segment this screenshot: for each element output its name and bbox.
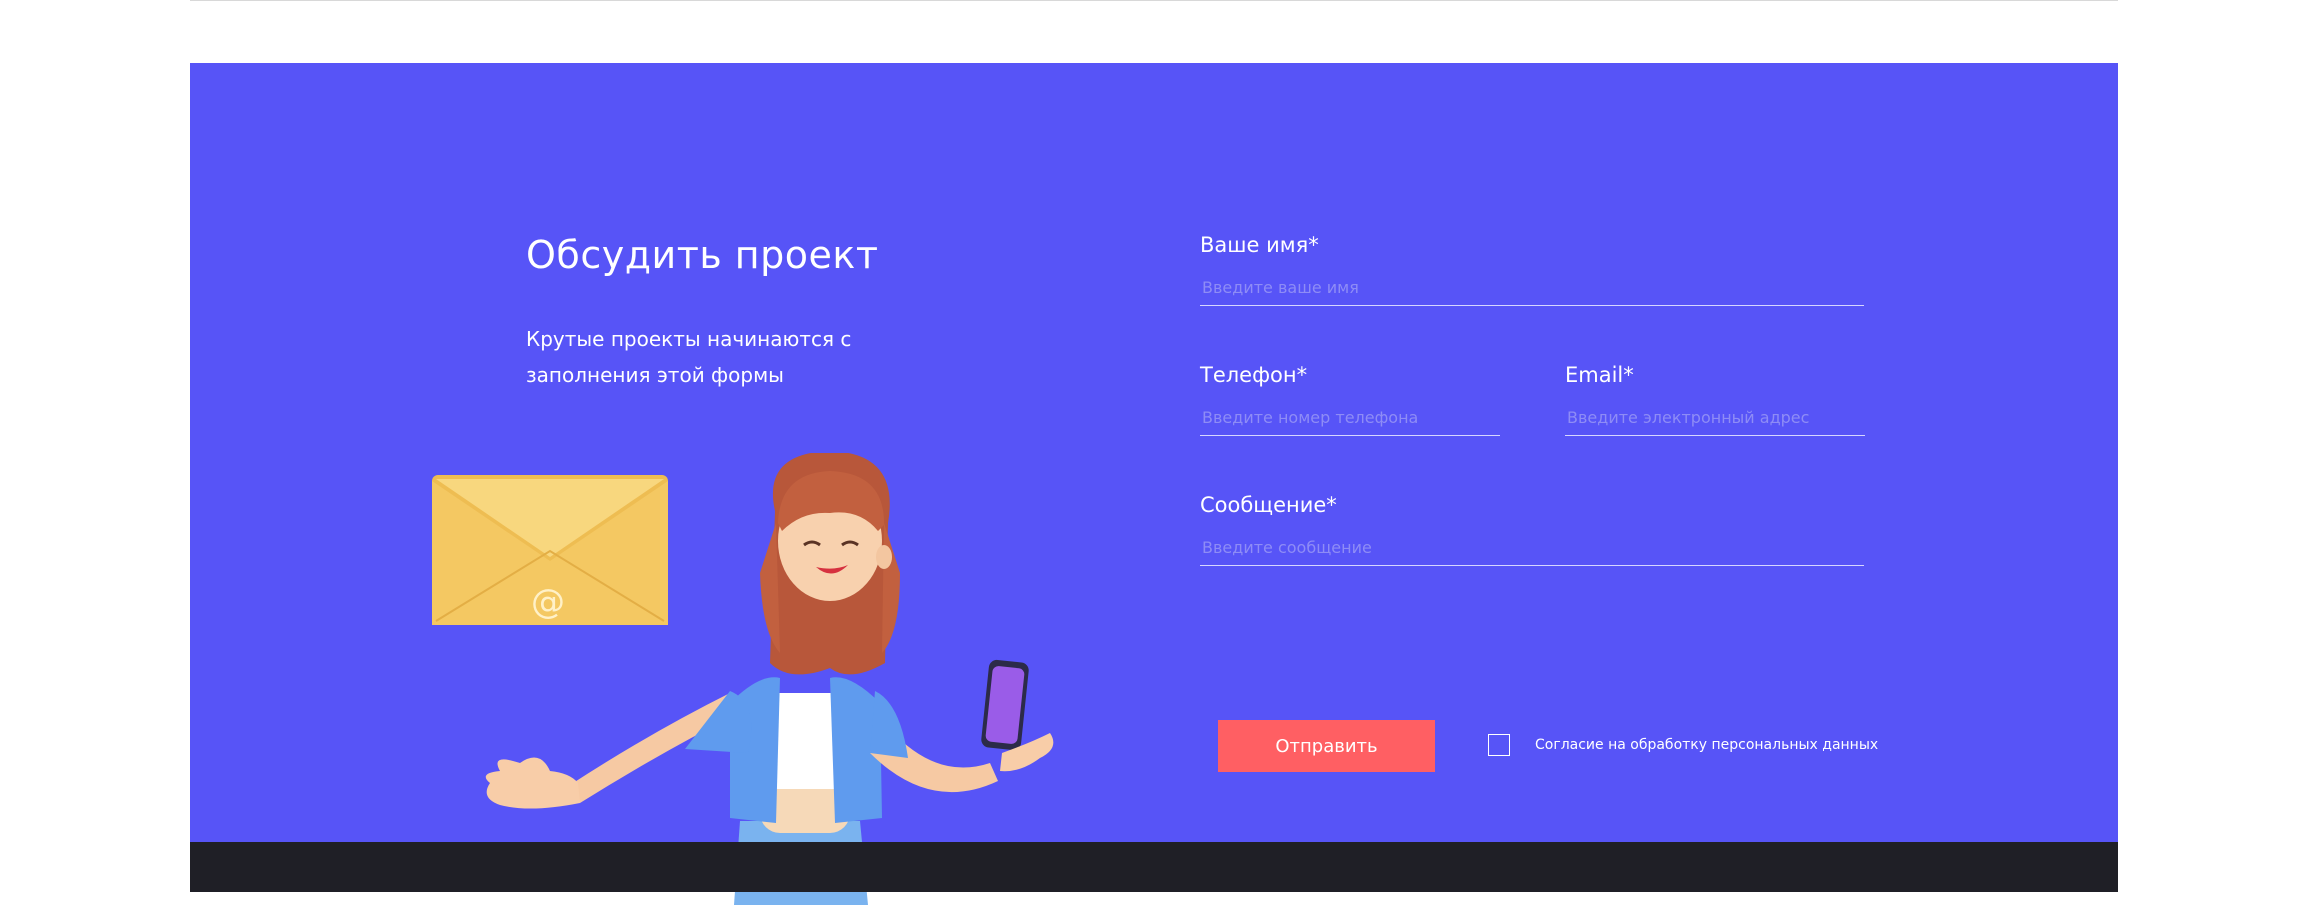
footer-strip bbox=[190, 842, 2118, 892]
phone-label: Телефон* bbox=[1200, 363, 1308, 387]
email-input[interactable] bbox=[1565, 399, 1865, 436]
name-input[interactable] bbox=[1200, 269, 1864, 306]
consent-label: Согласие на обработку персональных данны… bbox=[1535, 737, 1879, 753]
submit-button[interactable]: Отправить bbox=[1218, 720, 1435, 772]
at-symbol: @ bbox=[531, 582, 565, 622]
envelope-icon: @ bbox=[432, 475, 668, 625]
contact-section: Обсудить проект Крутые проекты начинаютс… bbox=[190, 63, 2118, 905]
message-input[interactable] bbox=[1200, 529, 1864, 566]
section-subtitle: Крутые проекты начинаются с заполнения э… bbox=[526, 327, 852, 387]
phone-input[interactable] bbox=[1200, 399, 1500, 436]
email-label: Email* bbox=[1565, 363, 1634, 387]
contact-illustration: @ bbox=[432, 453, 1054, 905]
name-label: Ваше имя* bbox=[1200, 233, 1319, 257]
page-frame: Обсудить проект Крутые проекты начинаютс… bbox=[190, 0, 2118, 905]
consent-checkbox[interactable] bbox=[1488, 734, 1510, 756]
top-strip bbox=[190, 0, 2118, 64]
section-title: Обсудить проект bbox=[526, 233, 879, 277]
message-label: Сообщение* bbox=[1200, 493, 1337, 517]
